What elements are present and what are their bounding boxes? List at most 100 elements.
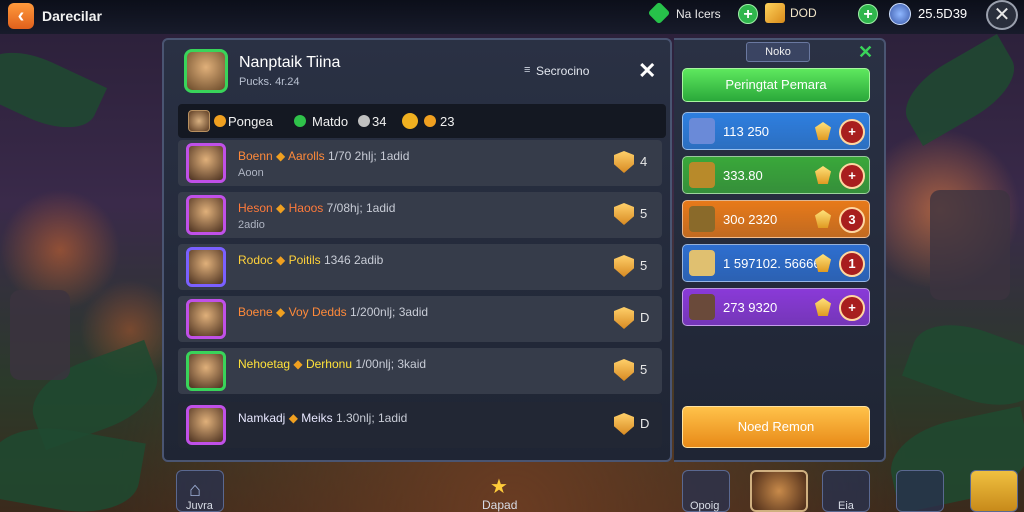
player-rank: 5 bbox=[640, 206, 648, 221]
player-stats: 7/08hj; 1adid bbox=[326, 201, 396, 215]
row-name-line: Rodoc ◆ Poitils 1346 2adib bbox=[238, 253, 383, 267]
player-name: Boene bbox=[238, 305, 273, 319]
leaderboard-row[interactable]: Boene ◆ Voy Dedds 1/200nlj; 3adid D bbox=[178, 296, 662, 342]
reward-value: 30o 2320 bbox=[723, 212, 778, 227]
reward-value: 273 9320 bbox=[723, 300, 778, 315]
reward-item[interactable]: 30o 2320 3 bbox=[682, 200, 870, 238]
reward-item[interactable]: 113 250 + bbox=[682, 112, 870, 150]
player-stats: 1.30nlj; 1adid bbox=[335, 411, 408, 425]
player-name: Nehoetag bbox=[238, 357, 291, 371]
top-bar: ‹ Darecilar Na Icers + DOD + 25.5D39 ✕ bbox=[0, 0, 1024, 34]
nav-tab5-label: Eia bbox=[838, 500, 854, 512]
hero-portrait bbox=[184, 49, 228, 93]
player-name: Heson bbox=[238, 201, 273, 215]
add-resource-button[interactable]: + bbox=[738, 4, 758, 24]
gem-icon bbox=[815, 298, 831, 316]
add-gold-button[interactable]: + bbox=[858, 4, 878, 24]
player-stats: 1/200nlj; 3adid bbox=[350, 305, 429, 319]
player-name: Boenn bbox=[238, 149, 273, 163]
gem-icon bbox=[815, 210, 831, 228]
score-value: 25.5D39 bbox=[918, 6, 968, 21]
resource-label: Na Icers bbox=[676, 7, 721, 21]
rank-shield-icon bbox=[614, 255, 634, 277]
player-portrait bbox=[186, 143, 226, 183]
jungle-leaf bbox=[0, 37, 108, 143]
rank-shield-icon bbox=[614, 307, 634, 329]
tab-noko[interactable]: Noko bbox=[746, 42, 810, 62]
app-title: Darecilar bbox=[42, 8, 102, 24]
guild-icon: ◆ bbox=[276, 201, 286, 215]
nav-tab3-label: Opoig bbox=[690, 500, 720, 512]
player-name: Namkadj bbox=[238, 411, 286, 425]
reward-item[interactable]: 273 9320 + bbox=[682, 288, 870, 326]
reward-badge[interactable]: + bbox=[839, 119, 865, 145]
sort-icon[interactable]: ≡ bbox=[524, 64, 530, 76]
nav-tab6-button[interactable] bbox=[896, 470, 944, 512]
back-arrow-icon[interactable]: ‹ bbox=[8, 3, 34, 29]
reward-item[interactable]: 333.80 + bbox=[682, 156, 870, 194]
reward-value: 113 250 bbox=[723, 124, 770, 139]
star-icon: ★ bbox=[490, 476, 508, 498]
row-name-line: Nehoetag ◆ Derhonu 1/00nlj; 3kaid bbox=[238, 357, 426, 371]
guild-icon: ◆ bbox=[276, 149, 286, 163]
rank-shield-icon bbox=[614, 151, 634, 173]
leaderboard-row[interactable]: Rodoc ◆ Poitils 1346 2adib 5 bbox=[178, 244, 662, 290]
nav-upgrade-button[interactable] bbox=[970, 470, 1018, 512]
header-mode: Matdo bbox=[312, 114, 349, 129]
header-name: Pongea bbox=[228, 114, 273, 129]
player-tags: Meiks bbox=[301, 411, 333, 425]
ruin-stone bbox=[10, 290, 70, 380]
player-portrait bbox=[186, 405, 226, 445]
panel-subtitle: Pucks. 4r.24 bbox=[239, 76, 300, 88]
guild-icon: ◆ bbox=[276, 253, 286, 267]
player-tags: Poitils bbox=[288, 253, 321, 267]
reward-item[interactable]: 1 597102. 56666 1 bbox=[682, 244, 870, 282]
player-subtext: Aoon bbox=[238, 167, 264, 179]
reward-value: 1 597102. 56666 bbox=[723, 256, 821, 271]
jungle-leaf bbox=[893, 34, 1024, 146]
rank-shield-icon bbox=[614, 203, 634, 225]
secondary-action-button[interactable]: Noed Remon bbox=[682, 406, 870, 448]
leaderboard-row[interactable]: Namkadj ◆ Meiks 1.30nlj; 1adid D bbox=[178, 402, 662, 448]
guild-icon: ◆ bbox=[293, 357, 303, 371]
player-tags: Voy Dedds bbox=[288, 305, 347, 319]
reward-badge[interactable]: + bbox=[839, 295, 865, 321]
row-name-line: Heson ◆ Haoos 7/08hj; 1adid bbox=[238, 201, 395, 215]
primary-action-button[interactable]: Peringtat Pemara bbox=[682, 68, 870, 102]
panel-close-icon[interactable]: ✕ bbox=[638, 58, 656, 84]
sort-dropdown[interactable]: Secrocino bbox=[536, 64, 589, 78]
row-name-line: Boenn ◆ Aarolls 1/70 2hlj; 1adid bbox=[238, 149, 409, 163]
close-icon[interactable]: ✕ bbox=[986, 0, 1018, 30]
player-rank: 4 bbox=[640, 154, 648, 169]
player-portrait bbox=[186, 351, 226, 391]
player-avatar-icon[interactable] bbox=[889, 3, 911, 25]
player-tags: Aarolls bbox=[287, 149, 325, 163]
nav-center-label[interactable]: Dapad bbox=[482, 498, 517, 512]
gold-coin-icon bbox=[402, 113, 418, 129]
leaderboard-row[interactable]: Nehoetag ◆ Derhonu 1/00nlj; 3kaid 5 bbox=[178, 348, 662, 394]
row-name-line: Namkadj ◆ Meiks 1.30nlj; 1adid bbox=[238, 411, 407, 425]
panel-title: Nanptaik Tiina bbox=[239, 54, 341, 71]
reward-badge[interactable]: + bbox=[839, 163, 865, 189]
row-name-line: Boene ◆ Voy Dedds 1/200nlj; 3adid bbox=[238, 305, 428, 319]
player-stats: 1346 2adib bbox=[323, 253, 384, 267]
gold-crate-icon bbox=[765, 3, 785, 23]
list-header: Pongea Matdo 34 23 bbox=[178, 104, 666, 138]
player-portrait bbox=[186, 247, 226, 287]
player-tags: Haoos bbox=[288, 201, 324, 215]
green-orb-icon bbox=[294, 115, 306, 127]
reward-icon bbox=[689, 294, 715, 320]
coin-icon bbox=[358, 115, 370, 127]
hero-nav-button[interactable] bbox=[750, 470, 808, 512]
player-rank: 5 bbox=[640, 362, 648, 377]
reward-value: 333.80 bbox=[723, 168, 763, 183]
jungle-leaf bbox=[901, 309, 1024, 421]
rewards-panel: Noko ✕ Peringtat Pemara 113 250 +333.80 +3… bbox=[674, 38, 886, 462]
leaderboard-row[interactable]: Heson ◆ Haoos 7/08hj; 1adid 2adio 5 bbox=[178, 192, 662, 238]
reward-badge[interactable]: 3 bbox=[839, 207, 865, 233]
shield-icon bbox=[214, 115, 226, 127]
leaderboard-row[interactable]: Boenn ◆ Aarolls 1/70 2hlj; 1adid Aoon 4 bbox=[178, 140, 662, 186]
close-icon[interactable]: ✕ bbox=[858, 42, 873, 63]
reward-badge[interactable]: 1 bbox=[839, 251, 865, 277]
green-gem-icon bbox=[647, 1, 671, 25]
